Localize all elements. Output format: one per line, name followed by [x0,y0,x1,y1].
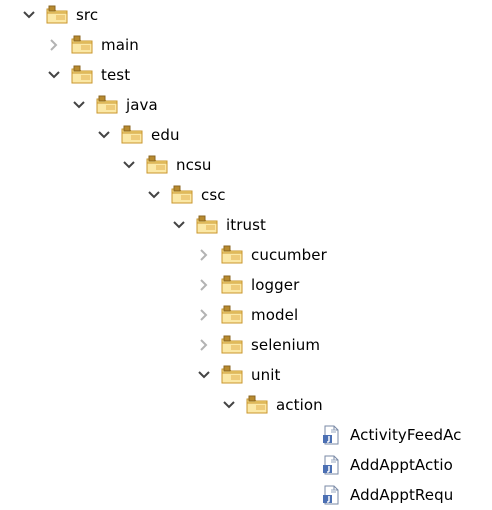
chevron-right-icon[interactable] [195,336,213,354]
chevron-right-icon[interactable] [195,276,213,294]
chevron-right-icon[interactable] [195,306,213,324]
tree-item-label: action [276,396,323,414]
chevron-down-icon[interactable] [170,216,188,234]
tree-item-logger[interactable]: logger [195,270,299,300]
tree-item-label: ncsu [176,156,212,174]
tree-item-src[interactable]: src [20,0,98,30]
tree-item-label: selenium [251,336,321,354]
tree-item-java-file[interactable]: ActivityFeedAc [320,420,462,450]
chevron-right-icon[interactable] [195,246,213,264]
tree-item-label: cucumber [251,246,327,264]
tree-item-label: model [251,306,299,324]
package-folder-icon [221,275,243,295]
tree-item-java-file[interactable]: AddApptActio [320,450,453,480]
tree-item-csc[interactable]: csc [145,180,226,210]
java-file-icon [320,455,342,475]
java-file-icon [320,485,342,505]
tree-item-label: itrust [226,216,267,234]
chevron-right-icon[interactable] [45,36,63,54]
tree-item-label: AddApptRequ [350,486,454,504]
tree-item-label: unit [251,366,281,384]
tree-item-itrust[interactable]: itrust [170,210,266,240]
package-folder-icon [221,245,243,265]
package-folder-icon [146,155,168,175]
package-folder-icon [71,35,93,55]
chevron-down-icon[interactable] [20,6,38,24]
package-folder-icon [46,5,68,25]
tree-item-label: logger [251,276,300,294]
chevron-down-icon[interactable] [145,186,163,204]
package-folder-icon [221,365,243,385]
tree-item-action[interactable]: action [220,390,323,420]
package-folder-icon [121,125,143,145]
chevron-down-icon[interactable] [195,366,213,384]
tree-item-label: edu [151,126,180,144]
tree-item-test[interactable]: test [45,60,130,90]
tree-item-model[interactable]: model [195,300,298,330]
chevron-down-icon[interactable] [120,156,138,174]
package-folder-icon [221,335,243,355]
tree-item-label: ActivityFeedAc [350,426,462,444]
tree-item-label: java [126,96,158,114]
tree-item-main[interactable]: main [45,30,139,60]
tree-item-label: AddApptActio [350,456,453,474]
package-folder-icon [196,215,218,235]
tree-item-unit[interactable]: unit [195,360,280,390]
tree-item-selenium[interactable]: selenium [195,330,320,360]
tree-item-edu[interactable]: edu [95,120,180,150]
chevron-down-icon[interactable] [45,66,63,84]
package-folder-icon [171,185,193,205]
tree-item-label: csc [201,186,226,204]
project-explorer-tree: src main test java edu ncsu csc itrust c… [0,0,492,505]
tree-item-label: src [76,6,99,24]
tree-item-cucumber[interactable]: cucumber [195,240,327,270]
package-folder-icon [71,65,93,85]
chevron-down-icon[interactable] [95,126,113,144]
chevron-down-icon[interactable] [70,96,88,114]
tree-item-java[interactable]: java [70,90,158,120]
tree-item-java-file[interactable]: AddApptRequ [320,480,453,510]
tree-item-label: main [101,36,139,54]
package-folder-icon [221,305,243,325]
tree-item-label: test [101,66,131,84]
package-folder-icon [246,395,268,415]
chevron-down-icon[interactable] [220,396,238,414]
tree-item-ncsu[interactable]: ncsu [120,150,211,180]
package-folder-icon [96,95,118,115]
java-file-icon [320,425,342,445]
